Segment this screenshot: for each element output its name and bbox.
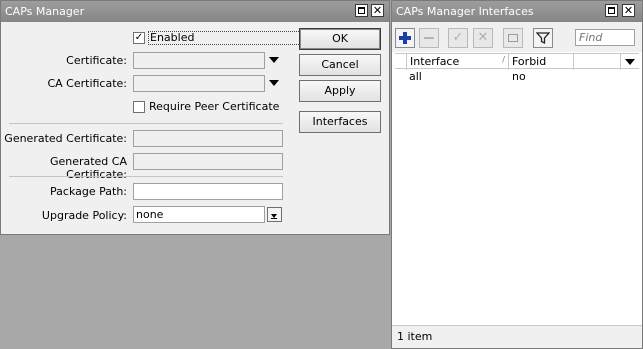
chevron-down-icon[interactable] bbox=[625, 59, 635, 65]
divider bbox=[9, 176, 283, 177]
interfaces-titlebar[interactable]: CAPs Manager Interfaces ✕ bbox=[392, 1, 642, 22]
generated-certificate-field bbox=[133, 130, 283, 147]
package-path-input[interactable] bbox=[133, 183, 283, 200]
caps-manager-titlebar[interactable]: CAPs Manager ✕ bbox=[1, 1, 389, 22]
remove-icon[interactable] bbox=[419, 28, 439, 48]
window-title: CAPs Manager Interfaces bbox=[396, 5, 534, 18]
table-header: Interface / Forbid bbox=[395, 53, 639, 70]
upgrade-policy-label: Upgrade Policy: bbox=[41, 209, 127, 222]
ca-certificate-select[interactable] bbox=[133, 75, 265, 92]
add-icon[interactable] bbox=[395, 28, 415, 48]
ok-button[interactable]: OK bbox=[299, 28, 381, 50]
item-count: 1 item bbox=[397, 330, 433, 343]
divider bbox=[9, 123, 283, 124]
generated-ca-certificate-label: Generated CA Certificate: bbox=[49, 155, 127, 181]
column-interface[interactable]: Interface / bbox=[406, 54, 508, 70]
ca-certificate-label: CA Certificate: bbox=[47, 77, 127, 90]
upgrade-policy-select[interactable]: none bbox=[133, 206, 265, 223]
find-input[interactable] bbox=[575, 29, 635, 46]
interfaces-window: CAPs Manager Interfaces ✕ ✓ ✕ Interface … bbox=[391, 0, 643, 349]
enabled-checkbox[interactable]: ✓ bbox=[133, 32, 145, 44]
upgrade-policy-value: none bbox=[136, 208, 164, 221]
close-icon[interactable]: ✕ bbox=[622, 4, 635, 17]
window-title: CAPs Manager bbox=[5, 5, 85, 18]
cell-forbid: no bbox=[512, 70, 526, 83]
table-row[interactable]: all no bbox=[395, 69, 639, 84]
certificate-select[interactable] bbox=[133, 52, 265, 69]
require-peer-checkbox[interactable] bbox=[133, 101, 145, 113]
interfaces-button[interactable]: Interfaces bbox=[299, 111, 381, 133]
close-icon[interactable]: ✕ bbox=[371, 4, 384, 17]
generated-certificate-label: Generated Certificate: bbox=[4, 132, 127, 145]
certificate-label: Certificate: bbox=[66, 54, 127, 67]
cancel-button[interactable]: Cancel bbox=[299, 54, 381, 76]
comment-icon[interactable] bbox=[503, 28, 523, 48]
enabled-label[interactable]: Enabled bbox=[148, 31, 314, 45]
column-empty bbox=[573, 54, 620, 70]
dropdown-toggle-icon[interactable] bbox=[267, 207, 282, 222]
column-resize-icon: / bbox=[502, 55, 505, 64]
column-menu[interactable] bbox=[620, 54, 639, 70]
status-bar: 1 item bbox=[392, 325, 642, 348]
chevron-down-icon[interactable] bbox=[269, 57, 279, 63]
disable-x-icon[interactable]: ✕ bbox=[473, 28, 493, 48]
enable-check-icon[interactable]: ✓ bbox=[448, 28, 468, 48]
chevron-down-icon[interactable] bbox=[269, 80, 279, 86]
apply-button[interactable]: Apply bbox=[299, 80, 381, 102]
package-path-label: Package Path: bbox=[50, 185, 127, 198]
generated-ca-certificate-field bbox=[133, 153, 283, 170]
require-peer-label[interactable]: Require Peer Certificate bbox=[149, 100, 279, 113]
cell-interface: all bbox=[409, 70, 422, 83]
column-forbid[interactable]: Forbid bbox=[508, 54, 573, 70]
caps-manager-window: CAPs Manager ✕ ✓ Enabled Certificate: CA… bbox=[0, 0, 390, 235]
maximize-icon[interactable] bbox=[355, 4, 368, 17]
filter-icon[interactable] bbox=[533, 28, 553, 48]
maximize-icon[interactable] bbox=[605, 4, 618, 17]
